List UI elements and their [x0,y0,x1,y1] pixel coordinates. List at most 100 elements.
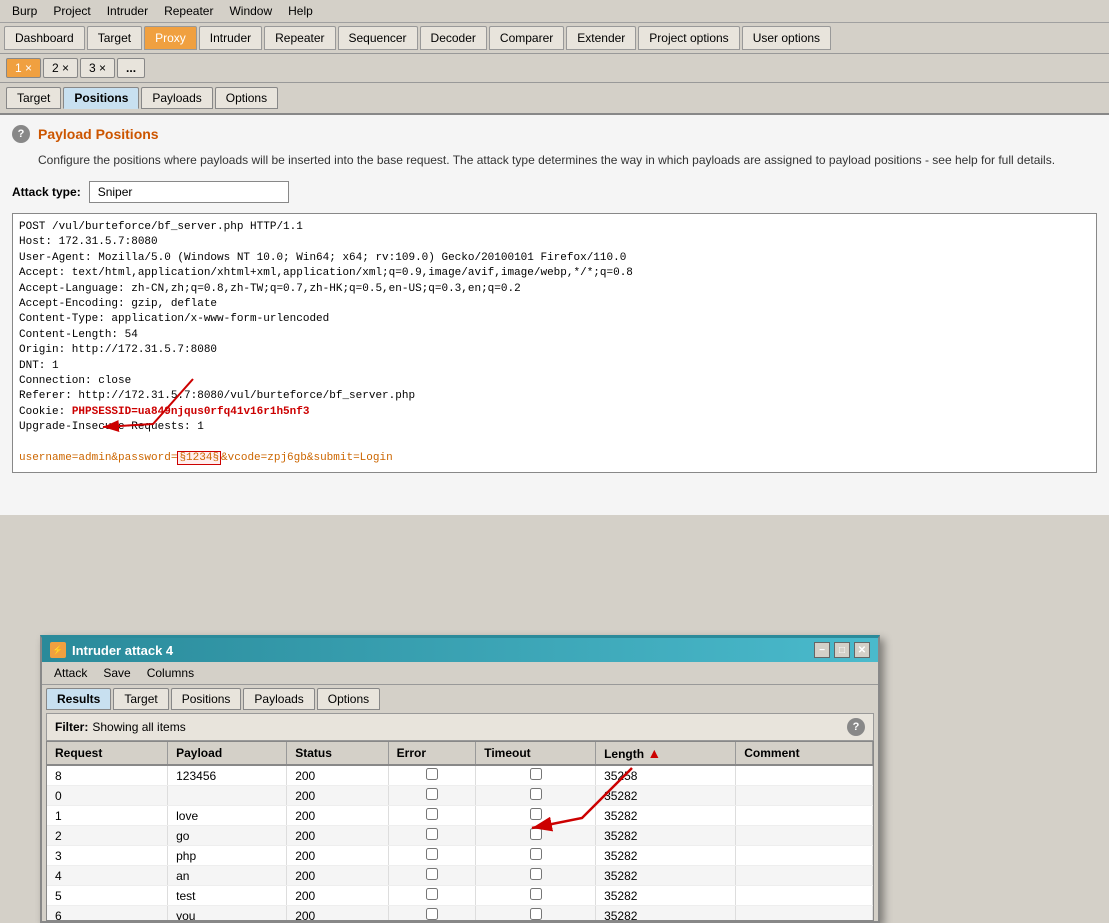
tab-extender[interactable]: Extender [566,26,636,50]
cell-request: 0 [47,786,168,806]
num-tab-more[interactable]: ... [117,58,145,78]
cell-comment [736,846,873,866]
tab-proxy[interactable]: Proxy [144,26,197,50]
results-table-container[interactable]: Request Payload Status Error Timeout Len… [46,741,874,921]
num-tab-1[interactable]: 1 × [6,58,41,78]
request-line-blank [19,435,1090,450]
cell-timeout[interactable] [476,906,596,922]
section-header: ? Payload Positions [12,125,1097,143]
menu-repeater[interactable]: Repeater [156,2,221,20]
cell-timeout[interactable] [476,806,596,826]
attack-window: ⚡ Intruder attack 4 − □ ✕ Attack Save Co… [40,635,880,923]
attack-type-label: Attack type: [12,185,81,199]
cell-error[interactable] [388,806,476,826]
col-header-status[interactable]: Status [287,742,388,765]
sub-tab-options[interactable]: Options [215,87,278,109]
cell-error[interactable] [388,786,476,806]
cell-status: 200 [287,906,388,922]
cell-error[interactable] [388,765,476,786]
attack-menu-columns[interactable]: Columns [139,664,202,682]
sub-tab-bar: Target Positions Payloads Options [0,83,1109,115]
tab-target[interactable]: Target [87,26,142,50]
col-header-payload[interactable]: Payload [168,742,287,765]
cell-timeout[interactable] [476,826,596,846]
sub-tab-positions[interactable]: Positions [63,87,139,109]
cell-error[interactable] [388,906,476,922]
sub-tab-target[interactable]: Target [6,87,61,109]
burp-logo-icon: ⚡ [50,642,66,658]
menu-intruder[interactable]: Intruder [99,2,156,20]
attack-tab-positions[interactable]: Positions [171,688,242,710]
cell-length: 35258 [596,765,736,786]
col-header-error[interactable]: Error [388,742,476,765]
close-button[interactable]: ✕ [854,642,870,658]
col-header-comment[interactable]: Comment [736,742,873,765]
filter-help-icon[interactable]: ? [847,718,865,736]
cell-comment [736,886,873,906]
maximize-button[interactable]: □ [834,642,850,658]
section-help-icon[interactable]: ? [12,125,30,143]
num-tab-2[interactable]: 2 × [43,58,78,78]
cell-error[interactable] [388,886,476,906]
attack-tab-options[interactable]: Options [317,688,380,710]
tab-sequencer[interactable]: Sequencer [338,26,418,50]
sub-tab-payloads[interactable]: Payloads [141,87,212,109]
cell-status: 200 [287,886,388,906]
tab-dashboard[interactable]: Dashboard [4,26,85,50]
cell-timeout[interactable] [476,886,596,906]
cell-comment [736,826,873,846]
table-row[interactable]: 5 test 200 35282 [47,886,873,906]
filter-text: Showing all items [92,720,847,734]
number-tab-bar: 1 × 2 × 3 × ... [0,54,1109,83]
tab-intruder[interactable]: Intruder [199,26,262,50]
table-row[interactable]: 1 love 200 35282 [47,806,873,826]
num-tab-3[interactable]: 3 × [80,58,115,78]
cell-error[interactable] [388,826,476,846]
cell-timeout[interactable] [476,786,596,806]
cell-comment [736,786,873,806]
cell-payload: test [168,886,287,906]
menu-project[interactable]: Project [45,2,98,20]
cell-error[interactable] [388,866,476,886]
cell-payload: an [168,866,287,886]
tab-user-options[interactable]: User options [742,26,831,50]
col-header-length[interactable]: Length ▲ [596,742,736,765]
filter-label: Filter: [55,720,88,734]
attack-tab-results[interactable]: Results [46,688,111,710]
cell-length: 35282 [596,826,736,846]
attack-tab-payloads[interactable]: Payloads [243,688,314,710]
col-header-request[interactable]: Request [47,742,168,765]
attack-tab-target[interactable]: Target [113,688,168,710]
table-row[interactable]: 4 an 200 35282 [47,866,873,886]
request-line-8: Content-Length: 54 [19,328,1090,343]
tab-decoder[interactable]: Decoder [420,26,487,50]
request-line-5: Accept-Language: zh-CN,zh;q=0.8,zh-TW;q=… [19,282,1090,297]
menu-burp[interactable]: Burp [4,2,45,20]
cell-timeout[interactable] [476,846,596,866]
menu-window[interactable]: Window [221,2,280,20]
table-row[interactable]: 3 php 200 35282 [47,846,873,866]
menu-help[interactable]: Help [280,2,321,20]
request-line-4: Accept: text/html,application/xhtml+xml,… [19,266,1090,281]
table-row[interactable]: 2 go 200 35282 [47,826,873,846]
table-row[interactable]: 8 123456 200 35258 [47,765,873,786]
request-box[interactable]: POST /vul/burteforce/bf_server.php HTTP/… [12,213,1097,473]
main-content: ? Payload Positions Configure the positi… [0,115,1109,515]
col-header-timeout[interactable]: Timeout [476,742,596,765]
table-row[interactable]: 6 you 200 35282 [47,906,873,922]
tab-project-options[interactable]: Project options [638,26,739,50]
tab-repeater[interactable]: Repeater [264,26,335,50]
request-line-3: User-Agent: Mozilla/5.0 (Windows NT 10.0… [19,251,1090,266]
minimize-button[interactable]: − [814,642,830,658]
cell-request: 2 [47,826,168,846]
attack-menu-save[interactable]: Save [95,664,138,682]
top-tab-bar: Dashboard Target Proxy Intruder Repeater… [0,23,1109,54]
tab-comparer[interactable]: Comparer [489,26,564,50]
cell-error[interactable] [388,846,476,866]
table-row[interactable]: 0 200 35282 [47,786,873,806]
cell-timeout[interactable] [476,765,596,786]
attack-type-dropdown[interactable]: Sniper [89,181,289,203]
attack-window-title: Intruder attack 4 [72,643,173,658]
cell-timeout[interactable] [476,866,596,886]
attack-menu-attack[interactable]: Attack [46,664,95,682]
